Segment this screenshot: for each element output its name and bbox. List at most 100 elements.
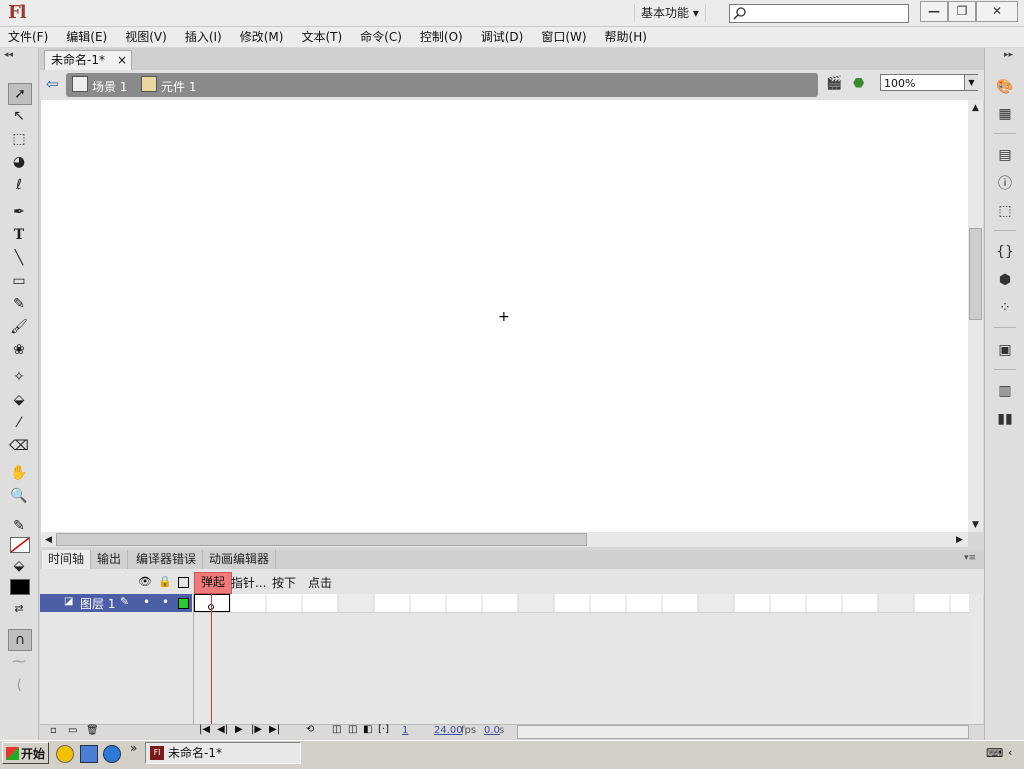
keyboard-tray-icon[interactable]: ⌨ [986, 746, 1003, 760]
eraser-icon[interactable]: ⌫ [8, 436, 30, 456]
step-forward-icon[interactable]: |▶ [251, 724, 262, 735]
frame-label-over[interactable]: 指针... [231, 574, 266, 591]
zoom-icon[interactable]: 🔍 [8, 486, 30, 506]
swap-colors-icon[interactable]: ⇄ [8, 598, 30, 618]
back-arrow-icon[interactable]: ⇦ [46, 75, 59, 93]
menu-control[interactable]: 控制(O) [420, 27, 463, 47]
menu-text[interactable]: 文本(T) [301, 27, 342, 47]
pencil-icon[interactable]: ✎ [8, 294, 30, 314]
transform-icon[interactable]: ⬚ [994, 201, 1016, 221]
menu-help[interactable]: 帮助(H) [605, 27, 647, 47]
subselection-icon[interactable]: ↖ [8, 106, 30, 126]
restore-button[interactable]: ❐ [948, 1, 976, 22]
frame-label-up[interactable]: 弹起 [194, 572, 232, 594]
project-icon[interactable]: ▣ [994, 340, 1016, 360]
rectangle-icon[interactable]: ▭ [8, 271, 30, 291]
horizontal-scroll-thumb[interactable] [56, 533, 587, 546]
tab-motion-editor[interactable]: 动画编辑器 [203, 550, 277, 569]
swatches-icon[interactable]: ▦ [994, 104, 1016, 124]
more-icon[interactable]: » [130, 741, 137, 755]
pen-icon[interactable]: ✒ [8, 202, 30, 222]
deco-icon[interactable]: ❀ [8, 340, 30, 360]
layer-outline-color[interactable] [178, 598, 189, 609]
help-search-input[interactable] [729, 4, 909, 23]
settings-icon[interactable] [103, 745, 121, 763]
hand-icon[interactable]: ✋ [8, 463, 30, 483]
snap-icon[interactable]: ∩ [8, 629, 32, 651]
eyedropper-icon[interactable]: ⁄ [8, 413, 30, 433]
menu-commands[interactable]: 命令(C) [360, 27, 402, 47]
fill-swatch[interactable] [10, 579, 30, 595]
3d-rotation-icon[interactable]: ◕ [8, 152, 30, 172]
breadcrumb-scene[interactable]: 场景 1 [92, 78, 127, 95]
menu-window[interactable]: 窗口(W) [541, 27, 586, 47]
eye-icon[interactable]: 👁 [138, 575, 152, 588]
line-icon[interactable]: ╲ [8, 248, 30, 268]
frame-label-down[interactable]: 按下 [272, 574, 296, 591]
layer-name[interactable]: 图层 1 [80, 595, 115, 612]
info-icon[interactable]: ⓘ [994, 173, 1016, 193]
align-icon[interactable]: ▤ [994, 145, 1016, 165]
paint-bucket-icon[interactable]: ⬙ [8, 390, 30, 410]
menu-debug[interactable]: 调试(D) [481, 27, 524, 47]
edit-scene-icon[interactable]: 🎬 [826, 76, 842, 91]
frame-row[interactable] [194, 594, 969, 613]
tab-timeline[interactable]: 时间轴 [42, 550, 92, 569]
go-to-last-icon[interactable]: ▶| [269, 724, 280, 735]
code-snippets-icon[interactable]: {} [994, 242, 1016, 262]
text-icon[interactable]: T [8, 225, 30, 245]
scroll-right-icon[interactable]: ▶ [952, 532, 967, 547]
stroke-color-icon[interactable]: ✎ [8, 516, 30, 536]
outline-icon[interactable] [178, 577, 189, 588]
edit-symbols-icon[interactable]: ⬣ [853, 76, 864, 91]
motion-presets-icon[interactable]: ⁘ [994, 298, 1016, 318]
menu-insert[interactable]: 插入(I) [185, 27, 222, 47]
play-icon[interactable]: ▶ [235, 724, 243, 735]
selection-icon[interactable]: ➚ [8, 83, 32, 105]
onion-skin-icon[interactable]: ◫ [332, 724, 341, 735]
bone-icon[interactable]: ✧ [8, 367, 30, 387]
smooth-icon[interactable]: ⁓ [8, 652, 30, 672]
browser-icon[interactable] [80, 745, 98, 763]
document-tab[interactable]: 未命名-1* × [44, 50, 132, 70]
close-button[interactable]: ✕ [976, 1, 1018, 22]
playhead[interactable] [211, 594, 212, 724]
close-tab-icon[interactable]: × [117, 51, 127, 70]
tab-compiler-errors[interactable]: 编译器错误 [130, 550, 204, 569]
collapse-icon[interactable]: ◂◂ [4, 50, 13, 60]
fill-color-icon[interactable]: ⬙ [8, 556, 30, 576]
start-button[interactable]: 开始 [2, 742, 49, 764]
edit-multiple-frames-icon[interactable]: ◧ [363, 724, 372, 735]
library-icon[interactable]: ▥ [994, 381, 1016, 401]
zoom-dropdown-icon[interactable]: ▼ [964, 75, 978, 90]
brush-icon[interactable]: 🖌 [8, 317, 30, 337]
menu-file[interactable]: 文件(F) [8, 27, 48, 47]
frame-rate[interactable]: 24.00 [434, 725, 463, 736]
expand-icon[interactable]: ▸▸ [1004, 50, 1013, 60]
loop-icon[interactable]: ⟲ [306, 724, 314, 735]
breadcrumb-symbol[interactable]: 元件 1 [161, 78, 196, 95]
panel-menu-icon[interactable]: ▾≡ [964, 553, 976, 563]
menu-view[interactable]: 视图(V) [125, 27, 167, 47]
lasso-icon[interactable]: ℓ [8, 175, 30, 195]
media-player-icon[interactable] [56, 745, 74, 763]
straighten-icon[interactable]: ⟨ [8, 675, 30, 695]
components-icon[interactable]: ⬢ [994, 270, 1016, 290]
tray-expand-icon[interactable]: ‹ [1008, 746, 1012, 759]
current-frame[interactable]: 1 [402, 725, 408, 736]
vertical-scroll-thumb[interactable] [969, 228, 982, 320]
delete-layer-icon[interactable]: 🗑 [86, 725, 99, 736]
timeline-vertical-scrollbar[interactable] [969, 594, 983, 724]
workspace-switcher[interactable]: 基本功能 ▾ [634, 4, 706, 22]
lock-icon[interactable]: 🔒 [158, 575, 172, 588]
minimize-button[interactable]: — [920, 1, 948, 22]
tab-output[interactable]: 输出 [91, 550, 129, 569]
free-transform-icon[interactable]: ⬚ [8, 129, 30, 149]
timeline-horizontal-scrollbar[interactable] [517, 725, 969, 739]
stroke-swatch[interactable] [10, 537, 30, 553]
frame-label-hit[interactable]: 点击 [308, 574, 332, 591]
new-layer-icon[interactable]: ▫ [50, 725, 57, 736]
frames-area[interactable] [194, 594, 969, 724]
new-folder-icon[interactable]: ▭ [68, 725, 77, 736]
menu-edit[interactable]: 编辑(E) [66, 27, 107, 47]
